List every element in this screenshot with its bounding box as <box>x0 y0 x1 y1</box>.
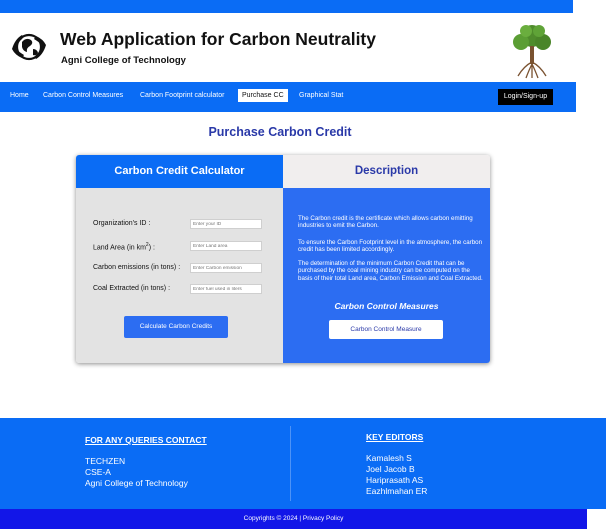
key-editors-heading: KEY EDITORS <box>366 432 424 442</box>
land-area-input[interactable] <box>190 241 262 251</box>
carbon-control-measure-button[interactable]: Carbon Control Measure <box>329 320 443 339</box>
nav-carbon-control-measures[interactable]: Carbon Control Measures <box>43 92 123 99</box>
carbon-credit-card: Carbon Credit Calculator Description Org… <box>76 155 490 363</box>
coal-extracted-label: Coal Extracted (in tons) : <box>93 285 171 292</box>
contact-line: CSE-A <box>85 467 111 477</box>
college-name: Agni College of Technology <box>61 55 186 66</box>
nav-graphical-stat[interactable]: Graphical Stat <box>299 92 343 99</box>
org-id-input[interactable] <box>190 219 262 229</box>
carbon-emissions-input[interactable] <box>190 263 262 273</box>
org-id-label: Organization's ID : <box>93 220 151 227</box>
top-strip <box>0 0 573 13</box>
login-signup-button[interactable]: Login/Sign-up <box>498 89 553 105</box>
carbon-emissions-label: Carbon emissions (in tons) : <box>93 264 181 271</box>
editor-name: Kamalesh S <box>366 453 412 463</box>
description-paragraph-1: The Carbon credit is the certificate whi… <box>298 215 473 230</box>
calculator-heading: Carbon Credit Calculator <box>76 155 283 188</box>
contact-line: TECHZEN <box>85 456 126 466</box>
earth-hands-icon <box>12 33 46 61</box>
contact-heading: FOR ANY QUERIES CONTACT <box>85 435 207 445</box>
tree-icon <box>513 25 551 79</box>
page-title: Purchase Carbon Credit <box>208 125 352 139</box>
nav-carbon-footprint-calculator[interactable]: Carbon Footprint calculator <box>140 92 224 99</box>
land-area-label: Land Area (in km2) : <box>93 242 155 252</box>
site-header: Web Application for Carbon Neutrality Ag… <box>0 13 576 81</box>
copyright-bar[interactable]: Copyrights © 2024 | Privacy Policy <box>0 509 587 529</box>
nav-home[interactable]: Home <box>10 92 29 99</box>
main-navbar: Home Carbon Control Measures Carbon Foot… <box>0 82 576 112</box>
description-heading: Description <box>283 155 490 188</box>
description-paragraph-3: The determination of the minimum Carbon … <box>298 260 483 282</box>
footer-divider <box>290 426 291 501</box>
carbon-control-measures-title: Carbon Control Measures <box>334 301 439 311</box>
nav-purchase-cc[interactable]: Purchase CC <box>238 89 288 102</box>
editor-name: Joel Jacob B <box>366 464 415 474</box>
coal-extracted-input[interactable] <box>190 284 262 294</box>
description-panel: The Carbon credit is the certificate whi… <box>283 188 490 363</box>
calculate-carbon-credits-button[interactable]: Calculate Carbon Credits <box>124 316 228 338</box>
editor-name: Eazhlmahan ER <box>366 486 428 496</box>
editor-name: Hariprasath AS <box>366 475 424 485</box>
calculator-panel: Organization's ID : Land Area (in km2) :… <box>76 188 283 363</box>
contact-line: Agni College of Technology <box>85 478 188 488</box>
description-paragraph-2: To ensure the Carbon Footprint level in … <box>298 239 483 254</box>
app-title: Web Application for Carbon Neutrality <box>60 29 376 49</box>
site-footer: FOR ANY QUERIES CONTACT TECHZEN CSE-A Ag… <box>0 418 606 509</box>
